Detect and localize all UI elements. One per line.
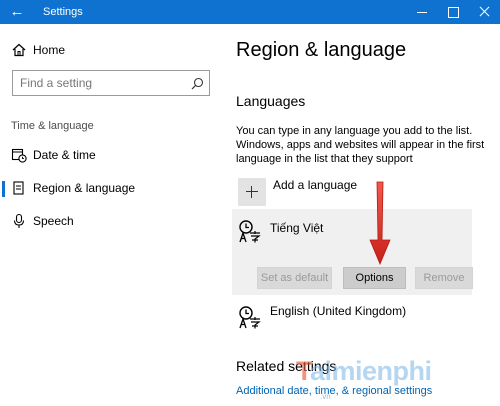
sidebar-item-date-time[interactable]: Date & time (0, 140, 222, 170)
close-icon[interactable] (468, 0, 500, 24)
languages-description: You can type in any language you add to … (236, 125, 485, 165)
plus-icon (238, 178, 266, 206)
sidebar-item-region-language[interactable]: Region & language (0, 173, 222, 203)
search-icon[interactable] (191, 77, 204, 90)
calendar-clock-icon (11, 148, 27, 163)
region-language-icon (13, 181, 24, 195)
search-input[interactable] (13, 71, 185, 95)
home-icon (12, 43, 26, 57)
sidebar-item-label: Region & language (33, 181, 136, 195)
sidebar-item-label: Speech (33, 214, 74, 228)
add-language-button[interactable]: Add a language (238, 176, 478, 208)
window-title: Settings (43, 6, 83, 18)
language-icon (239, 220, 261, 243)
sidebar-item-label: Date & time (33, 148, 96, 162)
add-language-label: Add a language (273, 178, 358, 192)
section-heading: Time & language (11, 120, 94, 132)
sidebar-item-home[interactable]: Home (0, 35, 222, 65)
page-title: Region & language (236, 39, 407, 61)
options-button[interactable]: Options (343, 267, 406, 289)
main-content: Region & language Languages You can type… (222, 24, 500, 406)
watermark-domain: .vn (320, 392, 331, 401)
watermark-logo: Taimienphi (296, 356, 432, 386)
language-name: English (United Kingdom) (270, 304, 407, 318)
title-bar: ← Settings (0, 0, 500, 24)
back-arrow-icon[interactable]: ← (0, 0, 34, 24)
selected-indicator (2, 181, 5, 197)
language-item-selected[interactable]: Tiếng Việt Set as default Options Remove (232, 209, 473, 295)
language-item[interactable]: English (United Kingdom) (238, 302, 478, 334)
sidebar: Home Time & language Date & time Region … (0, 24, 222, 406)
maximize-icon[interactable] (437, 0, 471, 24)
search-field[interactable] (12, 70, 210, 96)
language-icon (239, 306, 261, 329)
minimize-icon[interactable] (405, 0, 439, 24)
remove-button[interactable]: Remove (415, 267, 473, 289)
languages-heading: Languages (236, 93, 306, 109)
sidebar-item-label: Home (33, 43, 66, 57)
sidebar-item-speech[interactable]: Speech (0, 206, 222, 236)
set-as-default-button[interactable]: Set as default (257, 267, 332, 289)
microphone-icon (13, 213, 25, 228)
language-name: Tiếng Việt (270, 221, 324, 235)
